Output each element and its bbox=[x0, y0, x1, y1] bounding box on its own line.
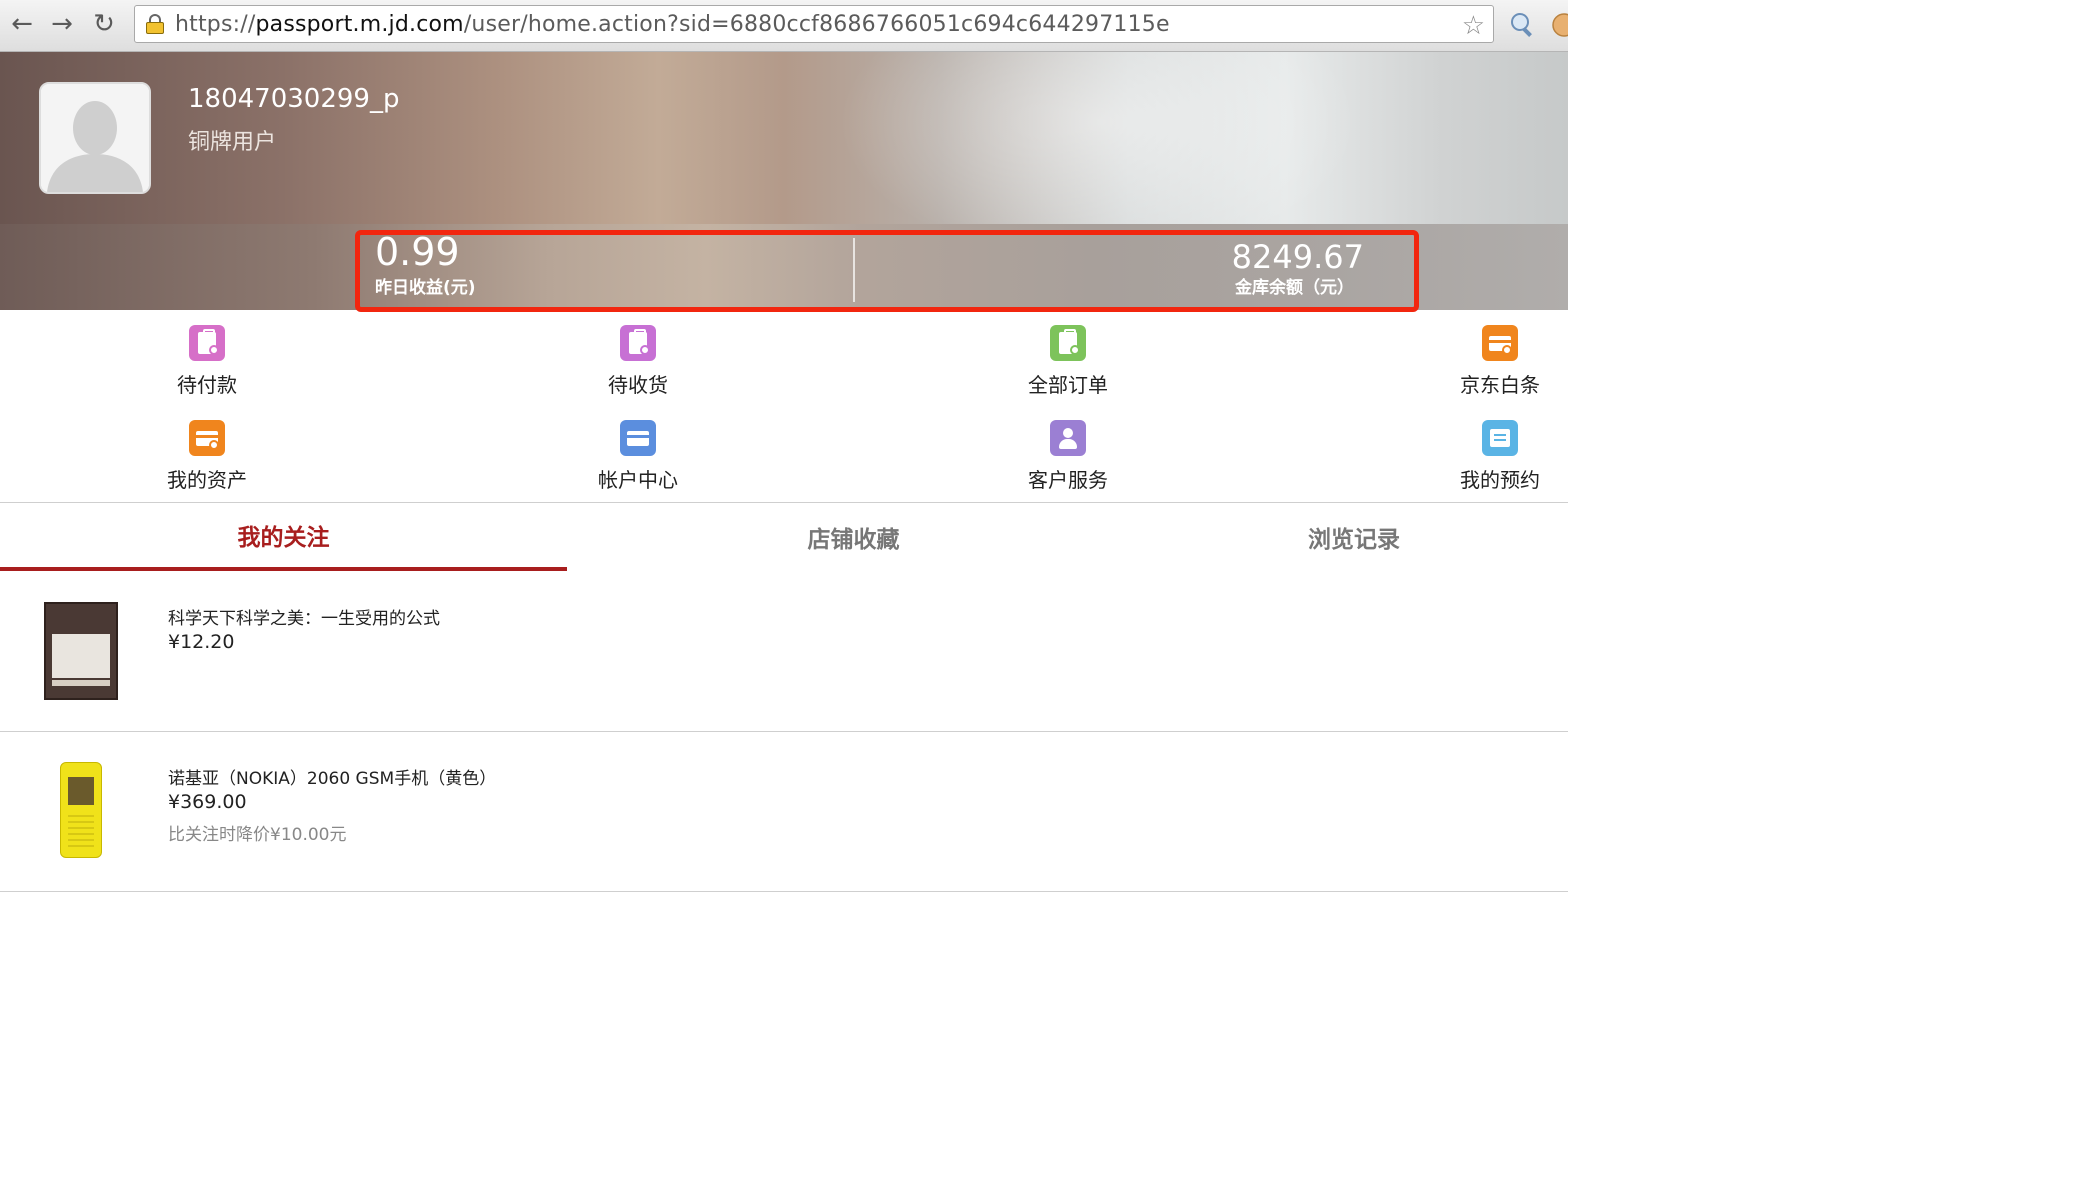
divider bbox=[0, 731, 1568, 732]
yesterday-earnings-value: 0.99 bbox=[375, 230, 460, 274]
menu-my-assets[interactable]: 我的资产 bbox=[137, 420, 277, 493]
back-button[interactable]: ← bbox=[6, 8, 38, 40]
product-title[interactable]: 诺基亚（NOKIA）2060 GSM手机（黄色） bbox=[168, 764, 496, 789]
book-thumbnail[interactable] bbox=[44, 602, 118, 700]
menu-label: 帐户中心 bbox=[598, 468, 678, 492]
menu-pending-payment[interactable]: 待付款 bbox=[137, 325, 277, 398]
avatar[interactable] bbox=[39, 82, 151, 194]
menu-my-reservations[interactable]: 我的预约 bbox=[1430, 420, 1570, 493]
orders-clipboard-icon bbox=[1050, 325, 1086, 361]
yesterday-earnings-label: 昨日收益(元) bbox=[375, 278, 476, 298]
list-icon bbox=[1482, 420, 1518, 456]
bookmark-star-icon[interactable]: ☆ bbox=[1462, 11, 1485, 41]
forward-arrow-icon: → bbox=[51, 9, 73, 39]
menu-label: 待付款 bbox=[177, 373, 237, 397]
extension-cookie-icon[interactable] bbox=[1550, 10, 1568, 40]
username: 18047030299_p bbox=[188, 84, 400, 114]
vault-balance-label: 金库余额（元） bbox=[1235, 278, 1354, 298]
menu-jd-baitiao[interactable]: 京东白条 bbox=[1430, 325, 1570, 398]
menu-label: 客户服务 bbox=[1028, 468, 1108, 492]
menu-label: 我的资产 bbox=[167, 468, 247, 492]
reload-icon: ↻ bbox=[93, 9, 115, 39]
security-warning-lock-icon bbox=[145, 14, 165, 34]
menu-label: 京东白条 bbox=[1460, 373, 1540, 397]
divider bbox=[0, 891, 1568, 892]
browser-toolbar: ← → ↻ https://passport.m.jd.com/user/hom… bbox=[0, 0, 1568, 52]
payment-clipboard-icon bbox=[189, 325, 225, 361]
menu-customer-service[interactable]: 客户服务 bbox=[998, 420, 1138, 493]
reload-button[interactable]: ↻ bbox=[88, 8, 120, 40]
product-price: ¥369.00 bbox=[168, 791, 247, 813]
back-arrow-icon: ← bbox=[11, 9, 33, 39]
receipt-clipboard-icon bbox=[620, 325, 656, 361]
price-drop-note: 比关注时降价¥10.00元 bbox=[168, 825, 347, 845]
menu-label: 我的预约 bbox=[1460, 468, 1540, 492]
menu-account-center[interactable]: 帐户中心 bbox=[568, 420, 708, 493]
menu-label: 待收货 bbox=[608, 373, 668, 397]
tab-history[interactable]: 浏览记录 bbox=[1140, 503, 1568, 571]
menu-all-orders[interactable]: 全部订单 bbox=[998, 325, 1138, 398]
phone-thumbnail[interactable] bbox=[60, 762, 102, 858]
vault-balance-value: 8249.67 bbox=[1231, 238, 1364, 276]
product-title[interactable]: 科学天下科学之美：一生受用的公式 bbox=[168, 604, 440, 629]
wallet-icon bbox=[189, 420, 225, 456]
address-bar[interactable]: https://passport.m.jd.com/user/home.acti… bbox=[134, 5, 1494, 43]
stats-strip: 0.99 昨日收益(元) 8249.67 金库余额（元） bbox=[0, 224, 1568, 310]
tab-shop-favorites[interactable]: 店铺收藏 bbox=[567, 503, 1140, 571]
forward-button[interactable]: → bbox=[46, 8, 78, 40]
stats-divider bbox=[853, 238, 855, 302]
menu-pending-receipt[interactable]: 待收货 bbox=[568, 325, 708, 398]
url-host: passport.m.jd.com bbox=[255, 11, 464, 37]
credit-card-icon bbox=[1482, 325, 1518, 361]
profile-banner: 18047030299_p 铜牌用户 bbox=[0, 52, 1568, 224]
url-path: /user/home.action?sid=6880ccf8686766051c… bbox=[463, 11, 1170, 37]
card-icon bbox=[620, 420, 656, 456]
default-avatar-icon bbox=[41, 84, 149, 192]
menu-label: 全部订单 bbox=[1028, 373, 1108, 397]
extension-icon[interactable] bbox=[1508, 10, 1538, 40]
product-price: ¥12.20 bbox=[168, 631, 235, 653]
url-text: https://passport.m.jd.com/user/home.acti… bbox=[175, 11, 1170, 37]
tab-my-follows[interactable]: 我的关注 bbox=[0, 503, 567, 571]
person-icon bbox=[1050, 420, 1086, 456]
member-level: 铜牌用户 bbox=[188, 130, 277, 155]
